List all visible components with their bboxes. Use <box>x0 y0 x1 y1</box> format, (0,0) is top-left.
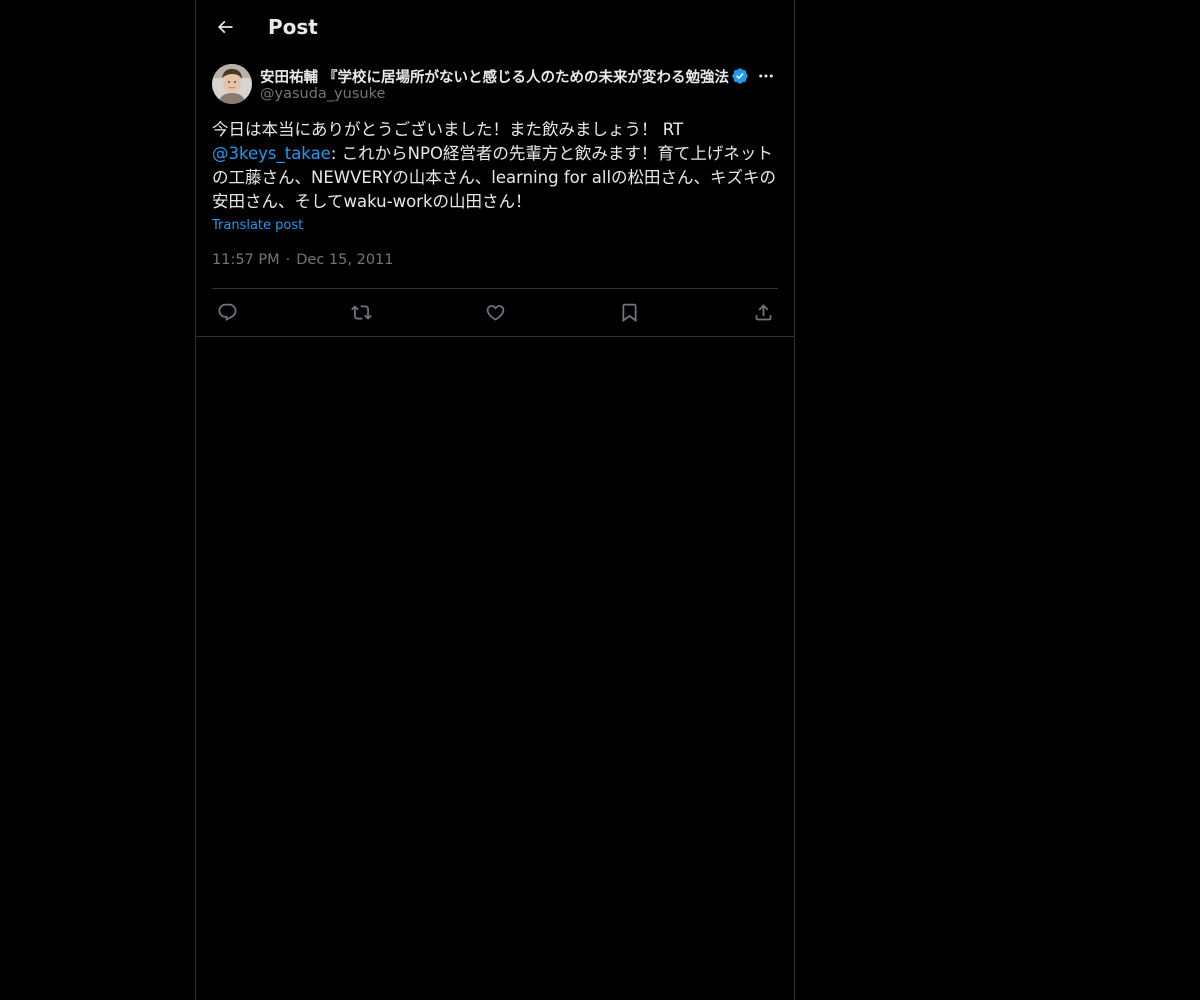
post-bottom-border <box>196 336 794 337</box>
repost-button[interactable] <box>349 300 373 324</box>
display-name-row: 安田祐輔 『学校に居場所がないと感じる人のための未来が変わる勉強法 <box>260 66 750 86</box>
post-text: 今日は本当にありがとうございました！また飲みましょう！ RT @3keys_ta… <box>212 118 778 214</box>
more-horizontal-icon <box>759 74 773 78</box>
author-handle[interactable]: @yasuda_yusuke <box>260 86 385 102</box>
display-name[interactable]: 安田祐輔 『学校に居場所がないと感じる人のための未来が変わる勉強法 <box>260 66 729 87</box>
like-icon <box>486 304 504 321</box>
arrow-left-icon <box>217 20 233 34</box>
bookmark-button[interactable] <box>617 300 641 324</box>
repost-icon <box>350 304 372 320</box>
share-icon <box>755 303 771 320</box>
avatar[interactable] <box>212 64 252 104</box>
translate-post-link[interactable]: Translate post <box>212 218 303 233</box>
post-header: Post <box>196 0 794 53</box>
reply-icon <box>218 303 236 321</box>
post-actions <box>212 296 778 328</box>
bookmark-icon <box>622 303 636 322</box>
page-title: Post <box>268 15 318 39</box>
reply-button[interactable] <box>215 300 239 324</box>
post-author: 安田祐輔 『学校に居場所がないと感じる人のための未来が変わる勉強法 @yasud… <box>260 64 750 108</box>
avatar-image <box>212 64 252 104</box>
post-text-part1: 今日は本当にありがとうございました！また飲みましょう！ RT <box>212 120 689 139</box>
post-time[interactable]: 11:57 PM <box>212 252 280 268</box>
mention-link[interactable]: @3keys_takae <box>212 144 331 163</box>
meta-separator: · <box>285 252 291 268</box>
more-options-button[interactable] <box>754 66 778 86</box>
post-meta: 11:57 PM · Dec 15, 2011 <box>212 252 394 268</box>
main-column: Post 安田祐輔 『学校に居場所がないと感じる人のための未来が変わる勉強法 @… <box>195 0 795 1000</box>
share-button[interactable] <box>751 300 775 324</box>
like-button[interactable] <box>483 300 507 324</box>
back-button[interactable] <box>208 10 242 44</box>
divider <box>212 288 778 289</box>
verified-badge-icon <box>732 68 748 84</box>
post-date[interactable]: Dec 15, 2011 <box>296 252 393 268</box>
